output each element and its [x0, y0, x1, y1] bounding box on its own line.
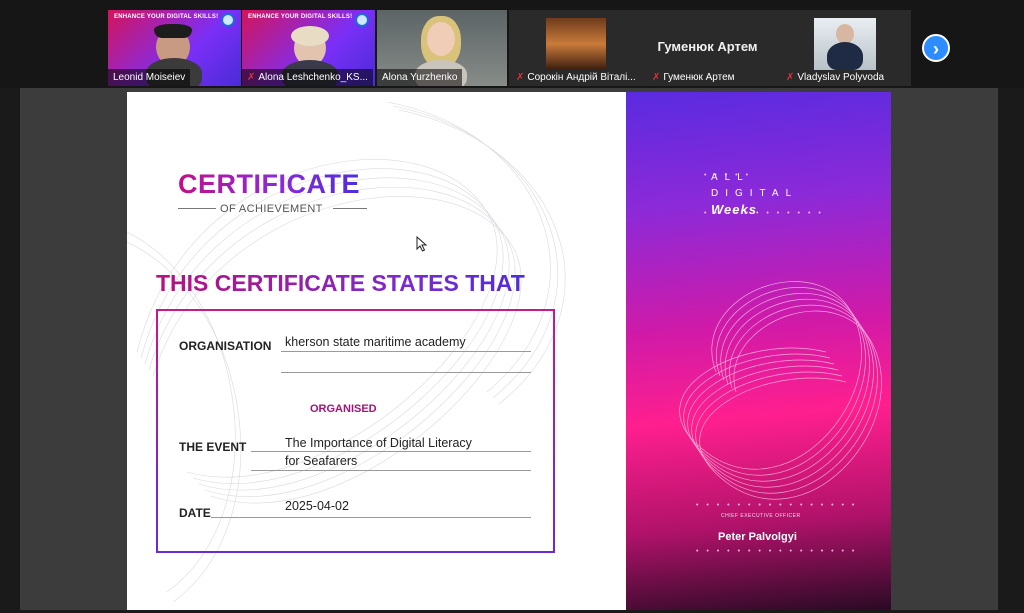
person-head [427, 22, 455, 56]
certificate-left-panel: CERTIFICATE OF ACHIEVEMENT THIS CERTIFIC… [127, 92, 626, 610]
event-value-line1: The Importance of Digital Literacy [285, 436, 472, 450]
participant-name: ✗ Vladyslav Polyvoda [786, 72, 885, 83]
participant-name: ✗ Гуменюк Артем [652, 72, 735, 83]
mic-off-icon: ✗ [652, 72, 661, 83]
mouse-cursor-icon [416, 236, 428, 252]
mic-off-icon: ✗ [786, 72, 795, 83]
participant-avatar[interactable] [546, 18, 606, 70]
brand-line2: DIGITAL [711, 188, 799, 199]
mic-off-icon: ✗ [247, 72, 256, 83]
participant-display-name: Гуменюк Артем [657, 39, 758, 54]
organised-label: ORGANISED [310, 403, 377, 415]
event-value-line2: for Seafarers [285, 454, 358, 468]
ceo-name: Peter Palvolgyi [718, 531, 797, 543]
event-label: THE EVENT [179, 440, 247, 454]
date-value: 2025-04-02 [285, 499, 349, 513]
logo-icon [355, 13, 369, 27]
ceo-title: CHIEF EXECUTIVE OFFICER [721, 513, 801, 519]
underline [211, 517, 531, 518]
person-hair [291, 26, 329, 46]
dot-decoration: • • • • • • • • • • • • [704, 210, 824, 217]
next-page-button[interactable]: › [922, 34, 950, 62]
underline [251, 470, 531, 471]
person-head [836, 24, 854, 44]
certificate-right-panel: • • • • • ALL DIGITAL Weeks • • • • • • … [626, 92, 891, 610]
certificate-heading: THIS CERTIFICATE STATES THAT [156, 270, 525, 296]
chevron-right-icon: › [933, 39, 939, 59]
participant-strip: ENHANCE YOUR DIGITAL SKILLS! Leonid Mois… [0, 0, 1024, 88]
participant-name: Leonid Moiseiev [108, 69, 191, 86]
participant-tile[interactable]: Alona Yurzhenko [377, 10, 507, 86]
participant-name: ✗ Alona Leshchenko_KS... [242, 69, 373, 86]
dot-decoration: • • • • • • • • • • • • • • • • [696, 548, 858, 555]
participant-tile[interactable]: ENHANCE YOUR DIGITAL SKILLS! ✗ Alona Lesh… [242, 10, 375, 86]
underline [251, 451, 531, 452]
organisation-value: kherson state maritime academy [285, 335, 466, 349]
divider [178, 208, 216, 209]
date-label: DATE [179, 506, 211, 520]
organisation-label: ORGANISATION [179, 339, 272, 353]
participant-tile[interactable]: ENHANCE YOUR DIGITAL SKILLS! Leonid Mois… [108, 10, 241, 86]
participant-group-tile: Гуменюк Артем ✗ Сорокін Андрій Віталі... … [509, 10, 911, 86]
mic-off-icon: ✗ [516, 72, 525, 83]
dot-decoration: • • • • • • • • • • • • • • • • [696, 502, 858, 509]
certificate-title: CERTIFICATE [178, 169, 360, 199]
brand-line1: ALL [711, 172, 750, 183]
divider [333, 208, 367, 209]
certificate-subtitle: OF ACHIEVEMENT [220, 203, 323, 215]
underline [281, 351, 531, 352]
headset-icon [154, 24, 192, 38]
banner-text: ENHANCE YOUR DIGITAL SKILLS! [248, 14, 353, 20]
logo-icon [221, 13, 235, 27]
participant-name: Alona Yurzhenko [377, 69, 463, 86]
participant-name: ✗ Сорокін Андрій Віталі... [516, 72, 636, 83]
banner-text: ENHANCE YOUR DIGITAL SKILLS! [114, 14, 219, 20]
underline [281, 372, 531, 373]
person-body [827, 42, 863, 70]
participant-video[interactable] [814, 18, 876, 70]
